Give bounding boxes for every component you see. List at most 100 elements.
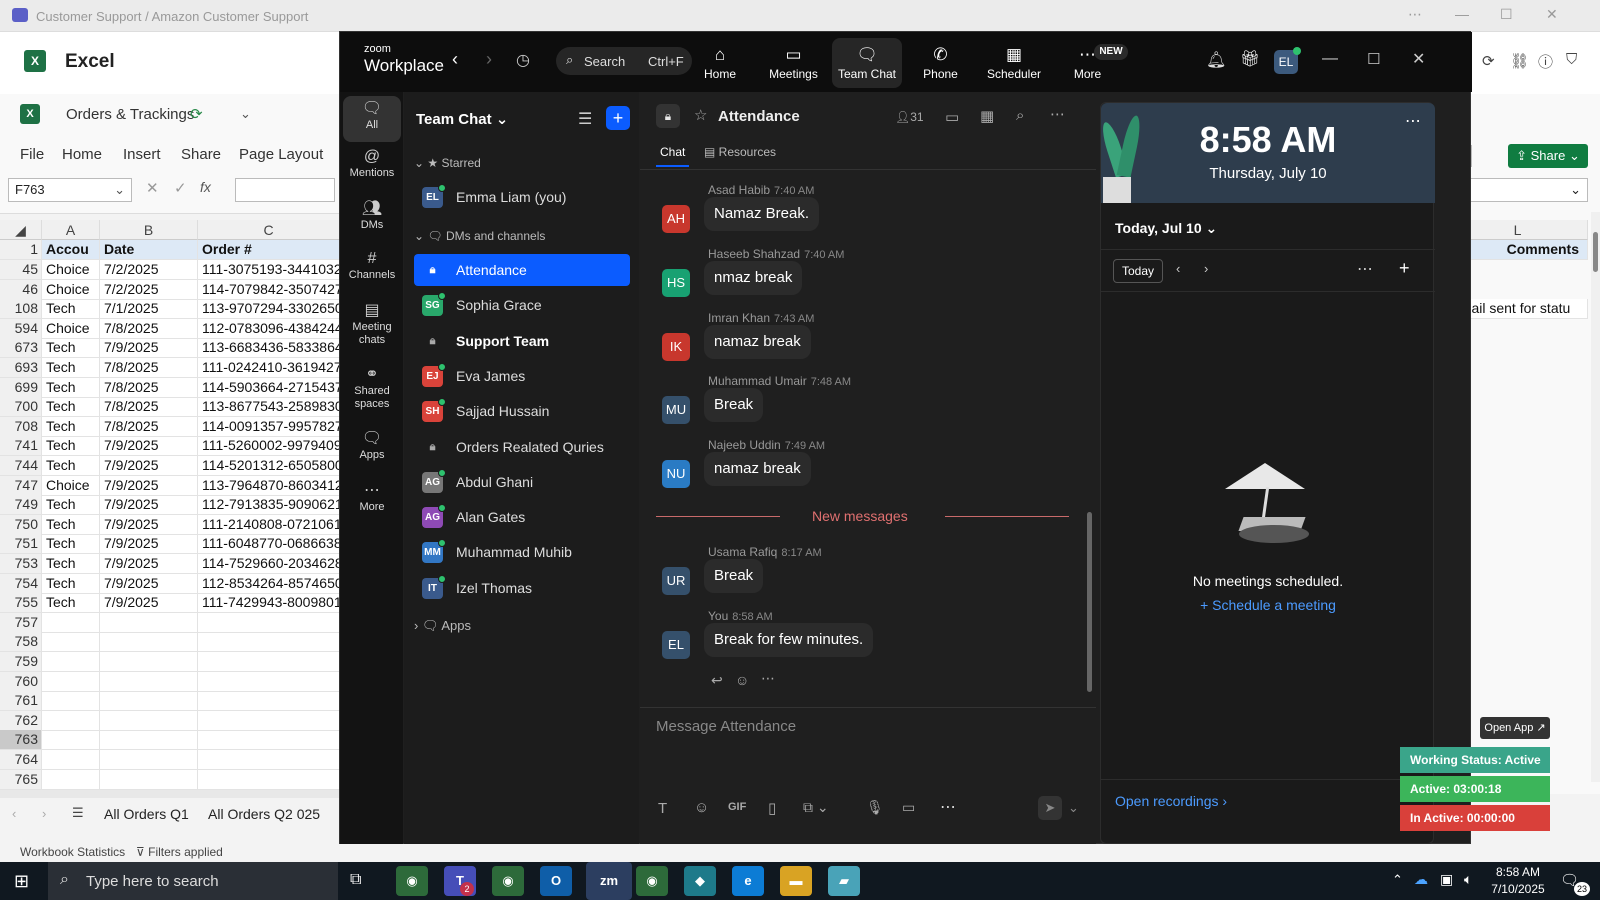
table-cell[interactable]: Choice: [42, 318, 100, 339]
chat-list-item[interactable]: AG Alan Gates: [414, 501, 630, 533]
table-cell[interactable]: 111-6048770-0686638: [198, 534, 340, 555]
table-cell[interactable]: [198, 691, 340, 712]
clock-date-taskbar[interactable]: 7/10/2025: [1488, 882, 1548, 896]
reply-icon[interactable]: ↩: [711, 672, 723, 689]
table-cell[interactable]: Tech: [42, 299, 100, 320]
table-cell[interactable]: 111-3075193-3441032: [198, 260, 340, 280]
chat-list-item[interactable]: SH Sajjad Hussain: [414, 395, 630, 427]
row-number[interactable]: 755: [0, 593, 42, 614]
table-cell[interactable]: [42, 632, 100, 653]
row-number[interactable]: 761: [0, 691, 42, 712]
chat-list-item[interactable]: 🔒︎ Support Team: [414, 325, 630, 357]
prev-sheet-icon[interactable]: ‹: [12, 806, 16, 821]
avatar[interactable]: NU: [662, 460, 690, 489]
rail-more[interactable]: ⋯ More: [343, 483, 401, 514]
table-cell[interactable]: [42, 710, 100, 731]
formula-bar[interactable]: [235, 178, 335, 202]
table-cell[interactable]: 114-7529660-2034628: [198, 554, 340, 574]
next-day-icon[interactable]: ›: [1204, 261, 1208, 276]
rail-channels[interactable]: # Channels: [343, 251, 401, 282]
task-view-icon[interactable]: ⧉: [350, 871, 361, 889]
volume-icon[interactable]: 🔈︎: [1464, 871, 1472, 888]
sender-name[interactable]: Najeeb Uddin: [708, 438, 781, 452]
table-cell[interactable]: 7/8/2025: [100, 416, 198, 437]
rail-mentions[interactable]: @ Mentions: [343, 149, 401, 180]
add-event-icon[interactable]: +: [1399, 258, 1410, 279]
row-number[interactable]: 741: [0, 436, 42, 457]
send-options-icon[interactable]: ⌄: [1068, 800, 1079, 816]
sheet-list-icon[interactable]: ☰: [72, 805, 84, 821]
open-recordings-link[interactable]: Open recordings ›: [1115, 793, 1227, 809]
avatar[interactable]: UR: [662, 567, 690, 595]
table-cell[interactable]: [100, 612, 198, 633]
table-cell[interactable]: [100, 691, 198, 712]
table-cell[interactable]: [100, 652, 198, 672]
star-icon[interactable]: ☆: [694, 106, 707, 124]
zoom-taskbar-icon[interactable]: zm: [586, 862, 632, 900]
row-number[interactable]: 751: [0, 534, 42, 555]
function-icon[interactable]: fx: [200, 179, 211, 195]
message-bubble[interactable]: Namaz Break.: [704, 197, 820, 231]
menu-insert[interactable]: Insert: [123, 146, 161, 163]
rail-shared-spaces[interactable]: ⚭ Shared spaces: [343, 367, 401, 411]
tray-chevron-icon[interactable]: ⌃: [1392, 872, 1403, 888]
table-cell[interactable]: Tech: [42, 554, 100, 574]
table-cell[interactable]: [198, 769, 340, 790]
cancel-icon[interactable]: ✕: [146, 179, 159, 197]
row-number[interactable]: 754: [0, 573, 42, 594]
forward-icon[interactable]: ›: [486, 49, 492, 70]
chat-list-item[interactable]: SG Sophia Grace: [414, 289, 630, 321]
chrome-icon[interactable]: ◉: [396, 866, 428, 896]
sheet-tab-q1[interactable]: All Orders Q1: [104, 806, 189, 822]
more-options-icon[interactable]: ⋯: [1357, 259, 1373, 279]
more-tools-icon[interactable]: ⋯: [940, 797, 956, 817]
table-cell[interactable]: 7/2/2025: [100, 279, 198, 300]
search-box[interactable]: ⌕ Search Ctrl+F: [556, 47, 692, 75]
table-cell[interactable]: [100, 671, 198, 692]
shield-icon[interactable]: ⛉: [1566, 51, 1577, 68]
app-icon[interactable]: ◆: [684, 866, 716, 896]
workbook-name[interactable]: Orders & Trackings: [66, 106, 194, 123]
clock-time-taskbar[interactable]: 8:58 AM: [1488, 865, 1548, 879]
chevron-down-icon[interactable]: ⌄: [240, 106, 251, 122]
header-cell-c[interactable]: Order #: [198, 240, 340, 260]
onedrive-icon[interactable]: ☁: [1414, 871, 1428, 888]
emoji-icon[interactable]: ☺: [694, 799, 709, 816]
table-cell[interactable]: [42, 671, 100, 692]
table-cell[interactable]: 7/9/2025: [100, 338, 198, 359]
composer-input[interactable]: Message Attendance: [656, 718, 796, 735]
table-cell[interactable]: 111-0242410-3619427: [198, 358, 340, 378]
chat-list-item[interactable]: 🔒︎ Orders Realated Quries: [414, 431, 630, 463]
maximize-icon[interactable]: ☐: [1367, 50, 1380, 68]
table-cell[interactable]: 7/9/2025: [100, 554, 198, 574]
minimize-icon[interactable]: —: [1455, 6, 1469, 22]
nav-phone[interactable]: ✆ Phone: [906, 38, 976, 88]
message-bubble[interactable]: Break: [704, 559, 764, 593]
message-bubble[interactable]: nmaz break: [704, 260, 803, 295]
confirm-icon[interactable]: ✓: [174, 179, 187, 197]
table-cell[interactable]: 111-2140808-0721061: [198, 514, 340, 535]
table-cell[interactable]: 113-8677543-2589830: [198, 397, 340, 418]
microphone-icon[interactable]: 🎙︎: [866, 799, 884, 816]
nav-team-chat[interactable]: 🗨︎ Team Chat: [832, 38, 902, 88]
file-explorer-icon[interactable]: ▬: [780, 866, 812, 896]
rail-apps[interactable]: 🗨︎ Apps: [343, 431, 401, 462]
table-cell[interactable]: 7/9/2025: [100, 456, 198, 476]
vertical-scrollbar[interactable]: [1591, 212, 1600, 782]
row-number[interactable]: 747: [0, 475, 42, 496]
menu-share[interactable]: Share: [181, 146, 221, 163]
tab-chat[interactable]: Chat: [656, 145, 690, 167]
header-cell-a[interactable]: Accou: [42, 240, 100, 260]
table-cell[interactable]: Tech: [42, 534, 100, 555]
table-cell[interactable]: Tech: [42, 495, 100, 516]
info-icon[interactable]: ⓘ: [1538, 51, 1553, 72]
table-cell[interactable]: 114-0091357-9957827: [198, 416, 340, 437]
chat-list-item[interactable]: EJ Eva James: [414, 360, 630, 392]
schedule-meeting-link[interactable]: + Schedule a meeting: [1101, 597, 1435, 613]
table-cell[interactable]: [42, 691, 100, 712]
file-icon[interactable]: ▯: [768, 799, 776, 817]
message-more-icon[interactable]: ⋯: [761, 670, 775, 687]
row-number[interactable]: 765: [0, 769, 42, 790]
chat-list-item[interactable]: MM Muhammad Muhib: [414, 536, 630, 568]
rail-meeting-chats[interactable]: ▤ Meeting chats: [343, 303, 401, 347]
